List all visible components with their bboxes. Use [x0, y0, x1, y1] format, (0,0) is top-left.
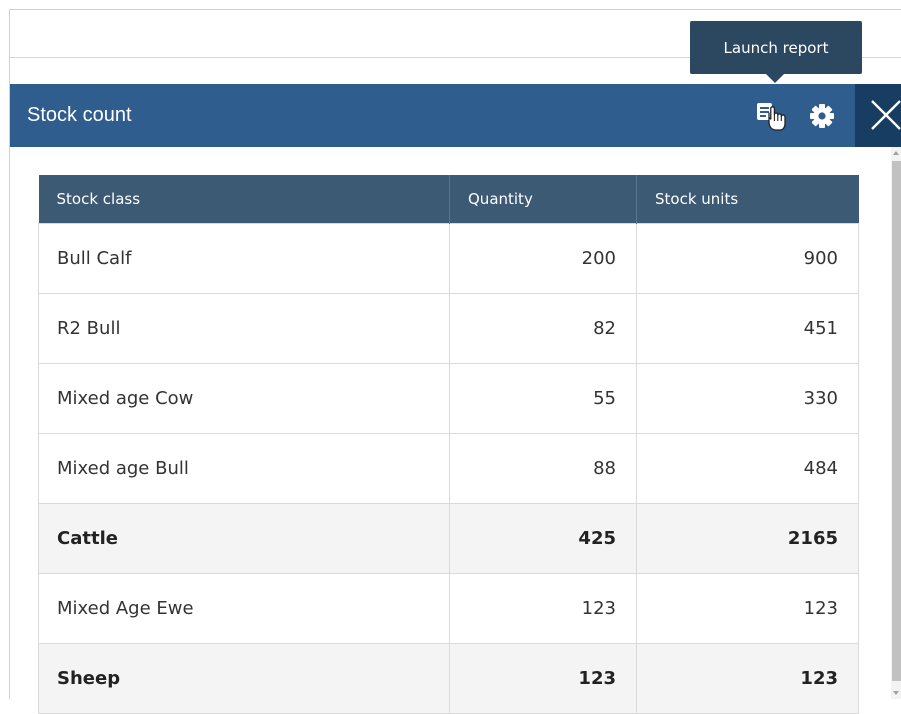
- stock-class-cell: Mixed Age Ewe: [38, 572, 450, 644]
- stock-units-cell: 123: [636, 572, 859, 644]
- quantity-cell: 55: [449, 362, 637, 434]
- table-row: Bull Calf 200 900: [38, 222, 859, 294]
- launch-report-icon[interactable]: [755, 100, 787, 132]
- table-row: Mixed Age Ewe 123 123: [38, 572, 859, 644]
- close-icon: [871, 100, 901, 130]
- panel-header: Stock count: [10, 84, 901, 147]
- stock-units-cell: 123: [636, 642, 859, 714]
- scroll-up-arrow-icon[interactable]: [893, 151, 899, 155]
- stock-class-cell: R2 Bull: [38, 292, 450, 364]
- close-button[interactable]: [855, 84, 901, 147]
- table-row: Mixed age Bull 88 484: [38, 432, 859, 504]
- tooltip-arrow: [766, 74, 784, 83]
- stock-class-cell: Mixed age Cow: [38, 362, 450, 434]
- table-row: R2 Bull 82 451: [38, 292, 859, 364]
- stock-class-cell: Bull Calf: [38, 222, 450, 294]
- gear-icon[interactable]: [807, 101, 837, 131]
- quantity-cell: 200: [449, 222, 637, 294]
- quantity-cell: 123: [449, 572, 637, 644]
- scroll-down-arrow-icon[interactable]: [893, 691, 899, 695]
- subtotal-row-sheep: Sheep 123 123: [38, 642, 859, 714]
- subtotal-row-cattle: Cattle 425 2165: [38, 502, 859, 574]
- stock-units-cell: 330: [636, 362, 859, 434]
- table-header-row: Stock class Quantity Stock units: [38, 175, 859, 223]
- quantity-cell: 88: [449, 432, 637, 504]
- column-header-stock-class[interactable]: Stock class: [38, 175, 450, 223]
- launch-report-tooltip: Launch report: [690, 21, 862, 74]
- stock-units-cell: 451: [636, 292, 859, 364]
- stock-class-cell: Sheep: [38, 642, 450, 714]
- panel-title: Stock count: [27, 104, 132, 126]
- vertical-scrollbar[interactable]: [891, 147, 901, 699]
- column-header-stock-units[interactable]: Stock units: [636, 175, 859, 223]
- quantity-cell: 82: [449, 292, 637, 364]
- stock-class-cell: Mixed age Bull: [38, 432, 450, 504]
- column-header-quantity[interactable]: Quantity: [449, 175, 637, 223]
- stock-class-cell: Cattle: [38, 502, 450, 574]
- stock-units-cell: 2165: [636, 502, 859, 574]
- scrollbar-thumb[interactable]: [892, 161, 901, 681]
- stock-units-cell: 900: [636, 222, 859, 294]
- quantity-cell: 425: [449, 502, 637, 574]
- stock-units-cell: 484: [636, 432, 859, 504]
- stock-count-table: Stock class Quantity Stock units Bull Ca…: [38, 175, 859, 714]
- quantity-cell: 123: [449, 642, 637, 714]
- table-row: Mixed age Cow 55 330: [38, 362, 859, 434]
